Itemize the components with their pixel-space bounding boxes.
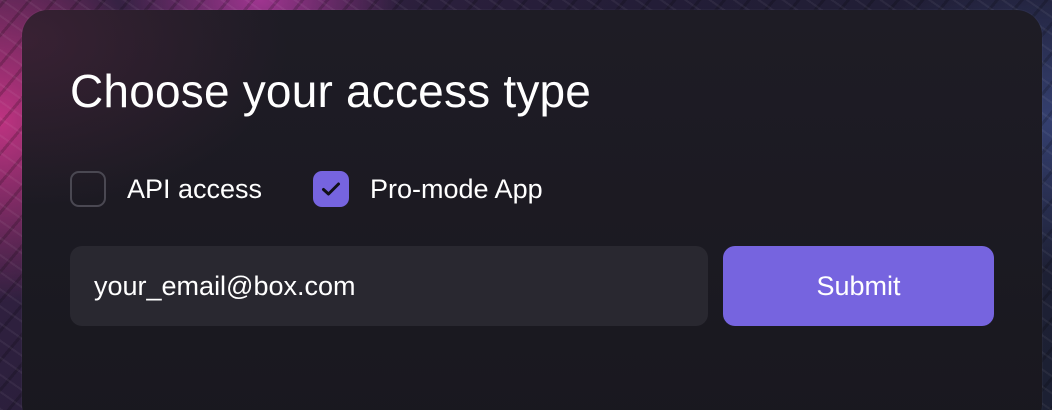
pro-mode-app-label: Pro-mode App bbox=[370, 173, 543, 204]
pro-mode-app-checkbox[interactable] bbox=[313, 171, 349, 207]
pro-mode-app-option[interactable]: Pro-mode App bbox=[313, 169, 543, 209]
submit-button[interactable]: Submit bbox=[723, 246, 994, 326]
checkmark-icon bbox=[322, 182, 340, 196]
page-title: Choose your access type bbox=[70, 65, 592, 117]
api-access-checkbox[interactable] bbox=[70, 171, 106, 207]
email-input[interactable] bbox=[70, 246, 708, 326]
api-access-option[interactable]: API access bbox=[70, 169, 262, 209]
api-access-label: API access bbox=[127, 173, 263, 204]
access-type-card: Choose your access type API access Pro-m… bbox=[22, 10, 1042, 410]
